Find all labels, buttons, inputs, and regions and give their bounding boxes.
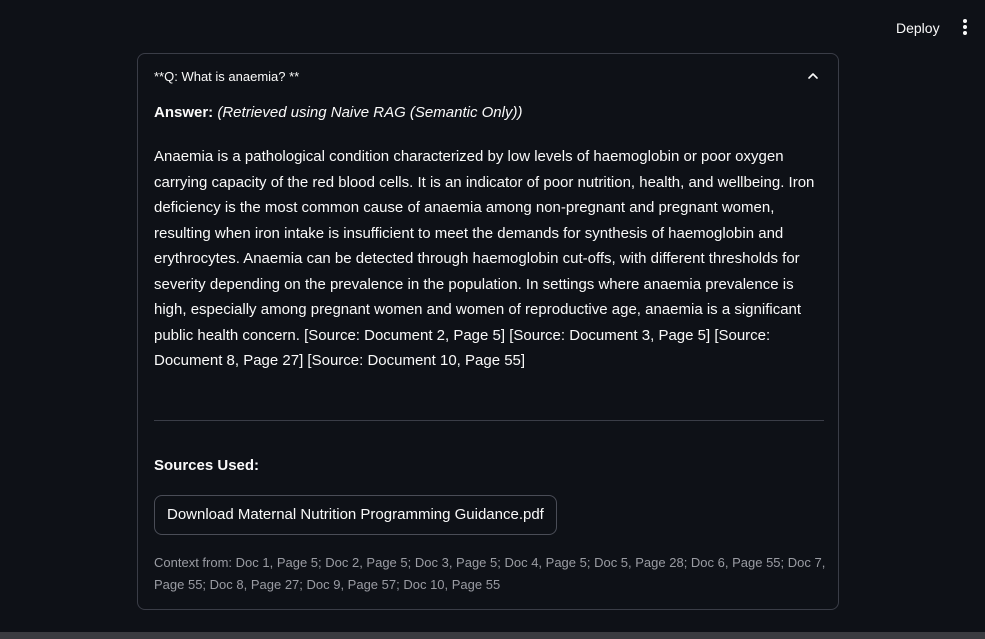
app-header: Deploy [0, 0, 985, 56]
sources-heading: Sources Used: [154, 457, 260, 474]
answer-heading: Answer: (Retrieved using Naive RAG (Sema… [154, 104, 522, 121]
qa-expander: **Q: What is anaemia? ** Answer: (Retrie… [137, 53, 839, 610]
deploy-button[interactable]: Deploy [887, 17, 949, 39]
vertical-ellipsis-icon [963, 19, 967, 35]
context-caption: Context from: Doc 1, Page 5; Doc 2, Page… [154, 555, 826, 592]
expander-title: **Q: What is anaemia? ** [154, 69, 300, 84]
answer-label: Answer: [154, 104, 214, 121]
horizontal-scrollbar[interactable] [0, 632, 985, 639]
download-pdf-button[interactable]: Download Maternal Nutrition Programming … [154, 495, 557, 535]
chevron-up-icon[interactable] [806, 69, 820, 83]
answer-method: (Retrieved using Naive RAG (Semantic Onl… [217, 104, 523, 121]
expander-header[interactable]: **Q: What is anaemia? ** [138, 54, 838, 100]
answer-text: Anaemia is a pathological condition char… [154, 148, 815, 369]
main-menu-button[interactable] [955, 16, 975, 38]
divider [154, 420, 824, 421]
